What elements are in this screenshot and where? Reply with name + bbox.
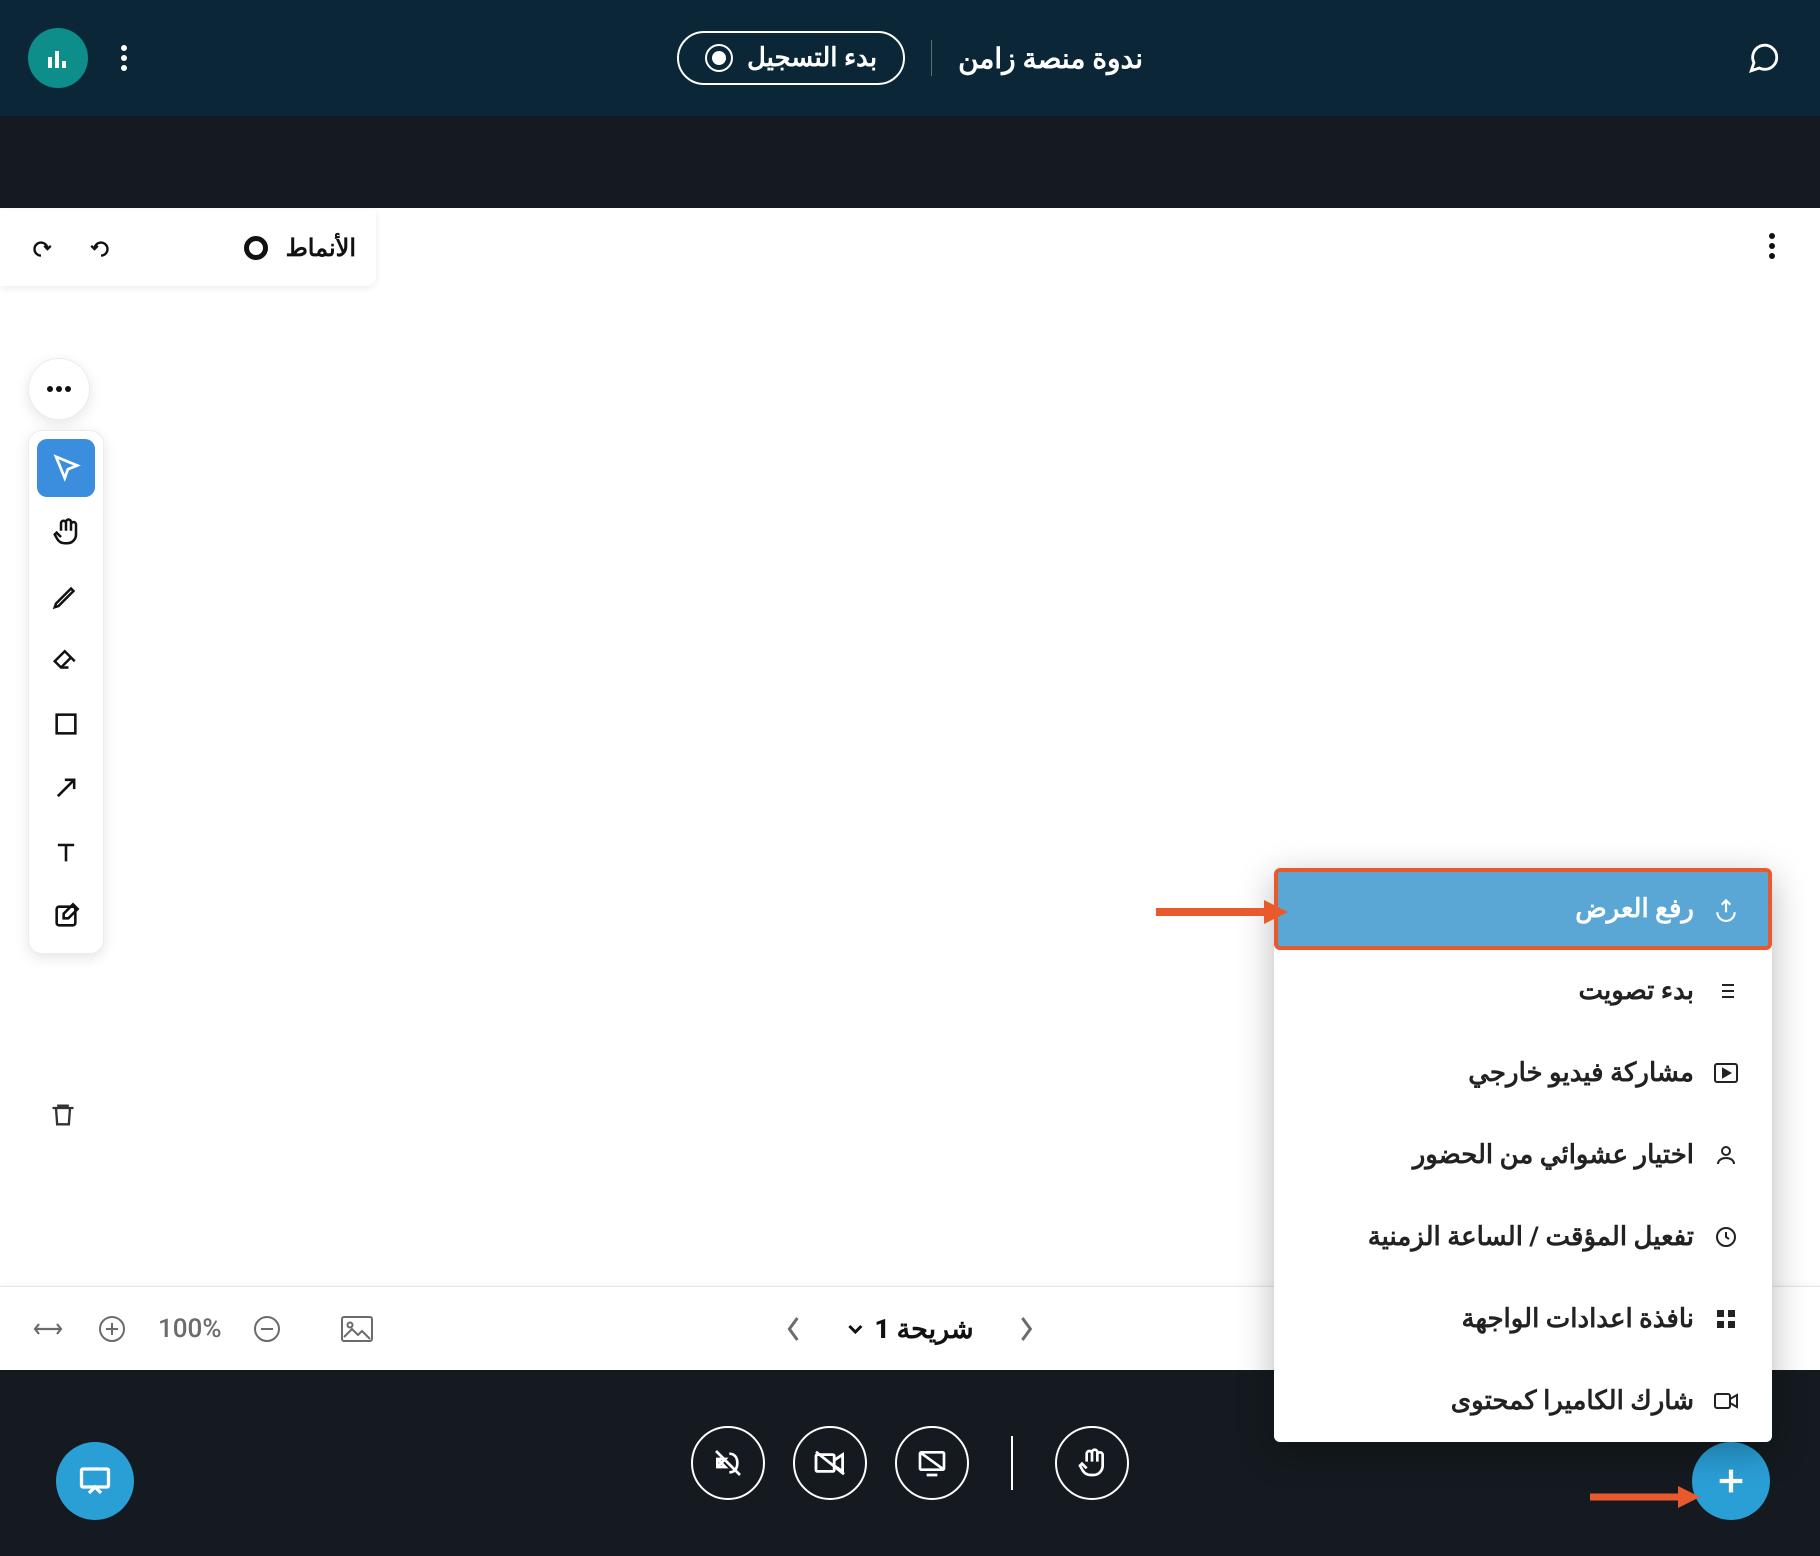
chat-button[interactable] — [1746, 40, 1782, 76]
pen-tool[interactable] — [37, 567, 95, 625]
zoom-in-button[interactable] — [94, 1311, 130, 1347]
start-recording-button[interactable]: بدء التسجيل — [677, 31, 905, 85]
menu-share-camera[interactable]: شارك الكاميرا كمحتوى — [1274, 1360, 1772, 1442]
video-icon — [1712, 1059, 1740, 1087]
styles-label[interactable]: الأنماط — [286, 234, 356, 262]
mic-off-button[interactable] — [691, 1426, 765, 1500]
menu-share-external-video[interactable]: مشاركة فيديو خارجي — [1274, 1032, 1772, 1114]
raise-hand-button[interactable] — [1055, 1426, 1129, 1500]
sub-strip — [0, 116, 1820, 208]
prev-slide-button[interactable] — [776, 1311, 812, 1347]
zoom-out-button[interactable] — [249, 1311, 285, 1347]
actions-fab[interactable] — [1692, 1442, 1770, 1520]
menu-label: تفعيل المؤقت / الساعة الزمنية — [1368, 1222, 1694, 1252]
menu-label: اختيار عشوائي من الحضور — [1413, 1140, 1694, 1170]
top-header: ندوة منصة زامن بدء التسجيل — [0, 0, 1820, 116]
image-placeholder-button[interactable] — [339, 1311, 375, 1347]
divider — [931, 40, 932, 76]
footer-divider — [1011, 1436, 1013, 1490]
menu-label: رفع العرض — [1575, 894, 1694, 924]
menu-upload-presentation[interactable]: رفع العرض — [1274, 868, 1772, 950]
annotation-arrow-upper — [1156, 900, 1288, 924]
hand-tool[interactable] — [37, 503, 95, 561]
undo-button[interactable] — [80, 227, 122, 269]
tools-column — [28, 430, 104, 954]
slide-selector[interactable]: شريحة 1 — [846, 1313, 973, 1345]
tools-more-button[interactable] — [28, 358, 90, 420]
actions-popup: رفع العرض بدء تصويت مشاركة فيديو خارجي ا… — [1274, 868, 1772, 1442]
menu-label: نافذة اعدادات الواجهة — [1462, 1304, 1694, 1334]
list-icon — [1712, 977, 1740, 1005]
arrow-tool[interactable] — [37, 759, 95, 817]
menu-label: بدء تصويت — [1578, 976, 1694, 1006]
whiteboard-topbar: الأنماط — [0, 210, 376, 286]
rectangle-tool[interactable] — [37, 695, 95, 753]
styles-color-ring[interactable] — [244, 236, 268, 260]
menu-label: شارك الكاميرا كمحتوى — [1451, 1386, 1694, 1416]
presentation-fab[interactable] — [56, 1442, 134, 1520]
camera-icon — [1712, 1387, 1740, 1415]
user-icon — [1712, 1141, 1740, 1169]
fit-width-button[interactable] — [30, 1311, 66, 1347]
canvas-more-button[interactable] — [1748, 222, 1796, 270]
header-more-button[interactable] — [106, 40, 142, 76]
zoom-group: 100% — [30, 1311, 375, 1347]
menu-start-poll[interactable]: بدء تصويت — [1274, 950, 1772, 1032]
camera-off-button[interactable] — [793, 1426, 867, 1500]
upload-icon — [1712, 895, 1740, 923]
note-tool[interactable] — [37, 887, 95, 945]
eraser-tool[interactable] — [37, 631, 95, 689]
menu-label: مشاركة فيديو خارجي — [1468, 1058, 1694, 1088]
app-badge — [28, 28, 88, 88]
title-block: ندوة منصة زامن بدء التسجيل — [677, 31, 1143, 85]
slide-label: شريحة 1 — [874, 1313, 973, 1345]
record-label: بدء التسجيل — [747, 43, 877, 73]
next-slide-button[interactable] — [1008, 1311, 1044, 1347]
redo-button[interactable] — [20, 227, 62, 269]
menu-layout-settings[interactable]: نافذة اعدادات الواجهة — [1274, 1278, 1772, 1360]
delete-tool[interactable] — [40, 1092, 86, 1138]
share-screen-button[interactable] — [895, 1426, 969, 1500]
session-title: ندوة منصة زامن — [958, 42, 1143, 75]
select-tool[interactable] — [37, 439, 95, 497]
record-icon — [705, 44, 733, 72]
grid-icon — [1712, 1305, 1740, 1333]
zoom-value: 100% — [158, 1314, 221, 1344]
slide-nav: شريحة 1 — [776, 1311, 1043, 1347]
chevron-down-icon — [846, 1323, 864, 1335]
text-tool[interactable] — [37, 823, 95, 881]
menu-timer-clock[interactable]: تفعيل المؤقت / الساعة الزمنية — [1274, 1196, 1772, 1278]
menu-random-attendee[interactable]: اختيار عشوائي من الحضور — [1274, 1114, 1772, 1196]
clock-icon — [1712, 1223, 1740, 1251]
